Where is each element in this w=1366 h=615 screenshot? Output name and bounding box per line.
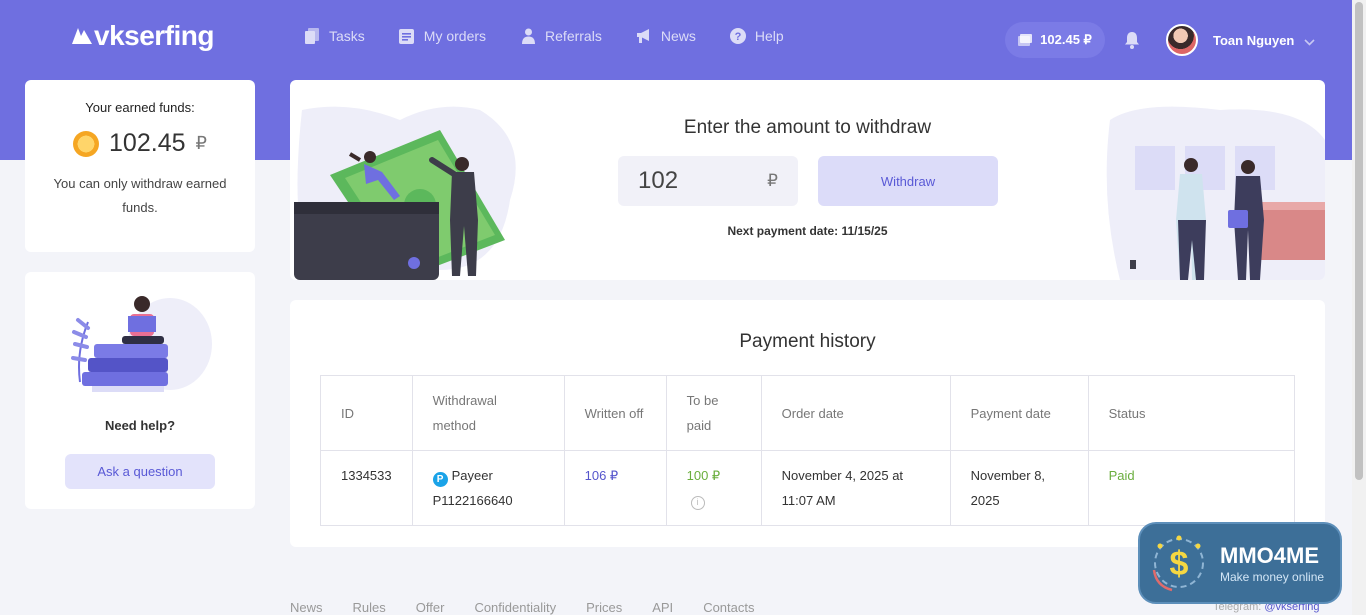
reading-person-illustration xyxy=(71,296,212,392)
cell-order-date: November 4, 2025 at 11:07 AM xyxy=(760,450,951,526)
ask-question-button[interactable]: Ask a question xyxy=(65,454,215,489)
footer-link-news[interactable]: News xyxy=(290,600,323,615)
column-header-written-off: Written off xyxy=(563,375,667,451)
cell-to-be-paid: 100 ₽ i xyxy=(665,450,762,526)
info-icon[interactable]: i xyxy=(690,495,705,510)
help-icon: ? xyxy=(729,28,746,44)
earned-funds-card: Your earned funds: 102.45 ₽ You can only… xyxy=(25,80,255,252)
column-header-order-date: Order date xyxy=(760,375,951,451)
ruble-sign: ₽ xyxy=(195,133,207,153)
earned-funds-amount: 102.45 ₽ xyxy=(25,129,255,158)
cell-status: Paid xyxy=(1087,450,1296,526)
nav-news-label: News xyxy=(660,28,696,44)
table-row: 1334533 P Payeer P1122166640 106 ₽ 100 ₽ … xyxy=(320,450,1296,526)
cell-withdrawal-method: P Payeer P1122166640 xyxy=(411,450,565,526)
footer-link-prices[interactable]: Prices xyxy=(586,600,622,615)
user-name[interactable]: Toan Nguyen xyxy=(1213,33,1294,48)
method-name: Payeer xyxy=(451,468,493,483)
megaphone-icon xyxy=(636,28,652,44)
column-header-payment-date: Payment date xyxy=(949,375,1089,451)
payment-history-heading: Payment history xyxy=(739,331,876,352)
watermark-title: MMO4ME xyxy=(1220,542,1319,568)
earned-funds-value: 102.45 xyxy=(109,129,186,157)
withdraw-amount-input[interactable] xyxy=(638,167,748,195)
nav-news[interactable]: News xyxy=(636,28,696,44)
footer-link-offer[interactable]: Offer xyxy=(416,600,445,615)
balance-button[interactable]: 102.45 ₽ xyxy=(1005,22,1105,58)
column-header-withdrawal-method: Withdrawal method xyxy=(411,375,565,451)
help-card: Need help? Ask a question xyxy=(25,272,255,509)
page-scrollbar[interactable] xyxy=(1352,0,1366,615)
footer-link-api[interactable]: API xyxy=(652,600,673,615)
earned-funds-label: Your earned funds: xyxy=(85,100,195,115)
cell-written-off: 106 ₽ xyxy=(563,450,667,526)
wallet-money-illustration xyxy=(294,106,516,280)
nav-help[interactable]: ? Help xyxy=(729,28,784,44)
chevron-down-icon[interactable] xyxy=(1304,33,1315,51)
nav-referrals[interactable]: Referrals xyxy=(520,28,602,44)
watermark-subtitle: Make money online xyxy=(1220,569,1325,584)
footer-link-contacts[interactable]: Contacts xyxy=(703,600,754,615)
logo-icon xyxy=(72,28,92,44)
cell-payment-date: November 8, 2025 xyxy=(949,450,1089,526)
to-be-paid-amount: 100 ₽ xyxy=(686,468,721,483)
scrollbar-thumb[interactable] xyxy=(1355,2,1363,480)
footer-link-confidentiality[interactable]: Confidentiality xyxy=(474,600,556,615)
column-header-id: ID xyxy=(320,375,413,451)
payment-history-table: ID Withdrawal method Written off To be p… xyxy=(320,375,1296,526)
cell-id: 1334533 xyxy=(320,450,413,526)
mmo4me-watermark: $ MMO4ME Make money online xyxy=(1138,522,1342,604)
referrals-icon xyxy=(520,28,536,44)
withdraw-card: Enter the amount to withdraw ₽ Withdraw … xyxy=(290,80,1325,280)
ruble-sign: ₽ xyxy=(767,171,778,190)
footer-links: News Rules Offer Confidentiality Prices … xyxy=(290,600,755,615)
need-help-title: Need help? xyxy=(104,418,176,433)
handshake-illustration xyxy=(1106,106,1325,280)
table-header-row: ID Withdrawal method Written off To be p… xyxy=(320,375,1296,451)
user-avatar[interactable] xyxy=(1166,24,1198,56)
main-nav: Tasks My orders Referrals News ? Help xyxy=(304,28,818,44)
withdraw-note: You can only withdraw earned funds. xyxy=(53,176,227,215)
svg-text:?: ? xyxy=(734,31,741,43)
nav-tasks-label: Tasks xyxy=(329,28,365,44)
nav-help-label: Help xyxy=(754,28,784,44)
dollar-stars-icon: $ xyxy=(1152,535,1204,592)
nav-referrals-label: Referrals xyxy=(545,28,602,44)
nav-my-orders-label: My orders xyxy=(423,28,487,44)
payeer-icon: P xyxy=(432,472,448,487)
nav-tasks[interactable]: Tasks xyxy=(304,28,365,44)
svg-text:$: $ xyxy=(1170,545,1189,583)
column-header-status: Status xyxy=(1087,375,1296,451)
withdraw-amount-field[interactable]: ₽ xyxy=(618,156,798,206)
coin-icon xyxy=(73,130,100,157)
payment-history-card: Payment history ID Withdrawal method Wri… xyxy=(290,300,1325,547)
logo-text: vkserfing xyxy=(94,20,215,51)
tasks-icon xyxy=(304,28,320,44)
vkserfing-logo[interactable]: vkserfing xyxy=(70,20,215,52)
orders-icon xyxy=(399,28,415,44)
withdraw-button[interactable]: Withdraw xyxy=(818,156,998,206)
method-account: P1122166640 xyxy=(432,493,513,508)
wallet-icon xyxy=(1018,34,1033,46)
top-navbar: vkserfing Tasks My orders Referrals News xyxy=(0,0,1352,80)
notifications-bell-icon[interactable] xyxy=(1124,31,1140,54)
column-header-to-be-paid: To be paid xyxy=(665,375,762,451)
footer-link-rules[interactable]: Rules xyxy=(353,600,386,615)
balance-amount: 102.45 ₽ xyxy=(1040,32,1092,47)
nav-my-orders[interactable]: My orders xyxy=(399,28,486,44)
